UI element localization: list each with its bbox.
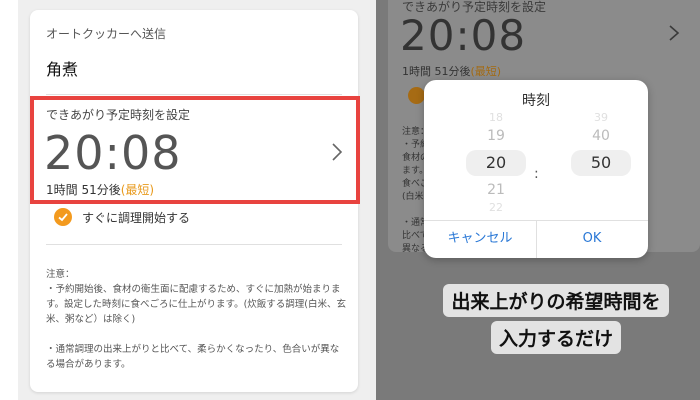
time-picker-dialog: 時刻 18 19 20 21 22 : 39 40 50 キャンセル OK <box>424 80 648 258</box>
hour-option[interactable]: 22 <box>466 202 526 214</box>
minute-option-selected[interactable]: 50 <box>571 150 631 176</box>
hour-option[interactable]: 19 <box>466 124 526 148</box>
minute-option[interactable] <box>571 202 631 214</box>
dimmed-shortest-tag: (最短) <box>470 65 502 78</box>
dimmed-checkmark-icon <box>408 87 425 104</box>
dimmed-time-value: 20:08 <box>400 11 527 60</box>
highlight-frame <box>30 96 360 204</box>
hour-option[interactable]: 18 <box>466 112 526 124</box>
minute-option[interactable]: 39 <box>571 112 631 124</box>
divider <box>46 244 342 245</box>
notes-text: 注意： ・予約開始後、食材の衛生面に配慮するため、すぐに加熱が始まります。設定し… <box>46 269 347 370</box>
minute-option[interactable] <box>571 178 631 202</box>
minute-picker-column[interactable]: 39 40 50 <box>571 112 631 214</box>
divider <box>46 94 342 95</box>
hour-picker-column[interactable]: 18 19 20 21 22 <box>466 112 526 214</box>
hour-option[interactable]: 21 <box>466 178 526 202</box>
section-label: オートクッカーへ送信 <box>46 27 167 41</box>
dimmed-remaining: 1時間 51分後 <box>402 65 471 78</box>
start-now-label: すぐに調理開始する <box>82 210 191 225</box>
recipe-name: 角煮 <box>46 60 79 79</box>
hour-option-selected[interactable]: 20 <box>466 150 526 176</box>
start-now-checkbox-row[interactable]: すぐに調理開始する <box>54 208 190 226</box>
minute-option[interactable]: 40 <box>571 124 631 148</box>
ok-button[interactable]: OK <box>536 220 648 258</box>
dialog-title: 時刻 <box>522 93 550 109</box>
cancel-button[interactable]: キャンセル <box>424 220 536 258</box>
time-colon: : <box>534 166 539 182</box>
caption-line-2: 入力するだけ <box>490 321 621 354</box>
caption-overlay: 出来上がりの希望時間を 入力するだけ <box>434 282 678 356</box>
checkmark-icon[interactable] <box>54 208 72 226</box>
caption-line-1: 出来上がりの希望時間を <box>443 284 669 317</box>
dimmed-remaining-time: 1時間 51分後(最短) <box>402 63 501 79</box>
chevron-right-icon <box>669 25 680 41</box>
